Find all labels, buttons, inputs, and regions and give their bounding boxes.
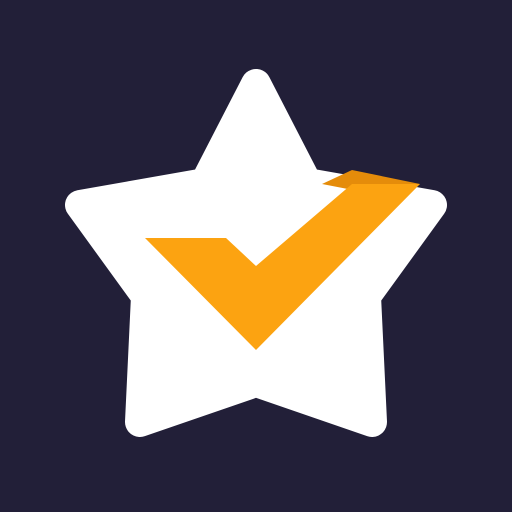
app-icon-tile xyxy=(0,0,512,512)
app-icon-graphic xyxy=(0,0,512,512)
